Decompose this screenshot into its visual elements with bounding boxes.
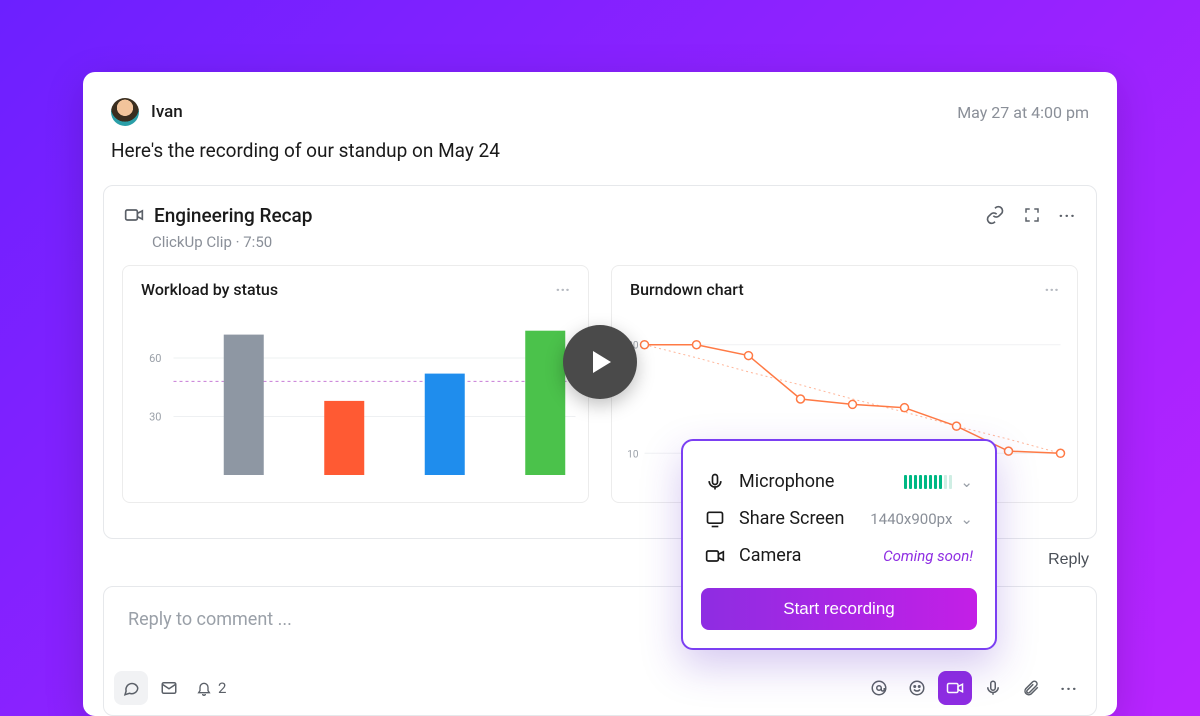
chat-icon[interactable] [114, 671, 148, 705]
clip-header: Engineering Recap [104, 186, 1096, 231]
camera-row: Camera Coming soon! [701, 537, 977, 574]
camera-icon [705, 546, 725, 566]
link-icon[interactable] [985, 205, 1005, 225]
record-clip-button[interactable] [938, 671, 972, 705]
camera-label: Camera [739, 545, 801, 566]
play-button[interactable] [563, 325, 637, 399]
workload-chart-title: Workload by status [141, 280, 278, 299]
mention-icon[interactable] [862, 671, 896, 705]
start-recording-button[interactable]: Start recording [701, 588, 977, 630]
microphone-label: Microphone [739, 471, 834, 492]
microphone-icon [705, 472, 725, 492]
svg-text:10: 10 [627, 449, 639, 460]
chevron-down-icon[interactable]: ⌄ [960, 510, 973, 528]
mic-level-indicator [904, 475, 952, 489]
chart-more-icon[interactable]: ··· [556, 280, 570, 299]
voice-icon[interactable] [976, 671, 1010, 705]
comment-timestamp: May 27 at 4:00 pm [957, 103, 1089, 122]
clip-duration: 7:50 [243, 233, 272, 251]
burndown-chart-title: Burndown chart [630, 280, 744, 299]
svg-text:30: 30 [149, 410, 161, 423]
attachment-icon[interactable] [1014, 671, 1048, 705]
comment-header: Ivan May 27 at 4:00 pm [83, 72, 1117, 138]
expand-icon[interactable] [1023, 206, 1041, 224]
recording-popover: Microphone ⌄ Share Screen 1440x900px ⌄ C… [681, 439, 997, 650]
mail-icon[interactable] [152, 671, 186, 705]
microphone-row[interactable]: Microphone ⌄ [701, 463, 977, 500]
screen-resolution: 1440x900px [870, 510, 952, 528]
reply-button[interactable]: Reply [1048, 551, 1089, 569]
workload-chart-card: Workload by status ··· 30 60 [122, 265, 589, 503]
composer-toolbar: 2 [114, 671, 1086, 705]
emoji-icon[interactable] [900, 671, 934, 705]
overflow-icon[interactable] [1052, 671, 1086, 705]
avatar[interactable] [111, 98, 139, 126]
share-screen-label: Share Screen [739, 508, 844, 529]
svg-text:60: 60 [149, 352, 161, 365]
workload-bar-chart: 30 60 [123, 309, 588, 487]
comment-card: Ivan May 27 at 4:00 pm Here's the record… [83, 72, 1117, 716]
notification-count: 2 [218, 679, 226, 697]
clip-title: Engineering Recap [154, 204, 312, 227]
author-name[interactable]: Ivan [151, 102, 183, 122]
more-icon[interactable] [1059, 206, 1076, 225]
comment-body: Here's the recording of our standup on M… [83, 138, 1117, 165]
screen-icon [705, 509, 725, 529]
camera-status: Coming soon! [883, 547, 973, 565]
clip-source: ClickUp Clip [152, 233, 232, 251]
chevron-down-icon[interactable]: ⌄ [960, 473, 973, 491]
notifications-button[interactable]: 2 [196, 679, 226, 697]
chart-more-icon[interactable]: ··· [1045, 280, 1059, 299]
clip-subtitle: ClickUp Clip · 7:50 [104, 231, 1096, 265]
share-screen-row[interactable]: Share Screen 1440x900px ⌄ [701, 500, 977, 537]
video-icon [124, 205, 144, 225]
